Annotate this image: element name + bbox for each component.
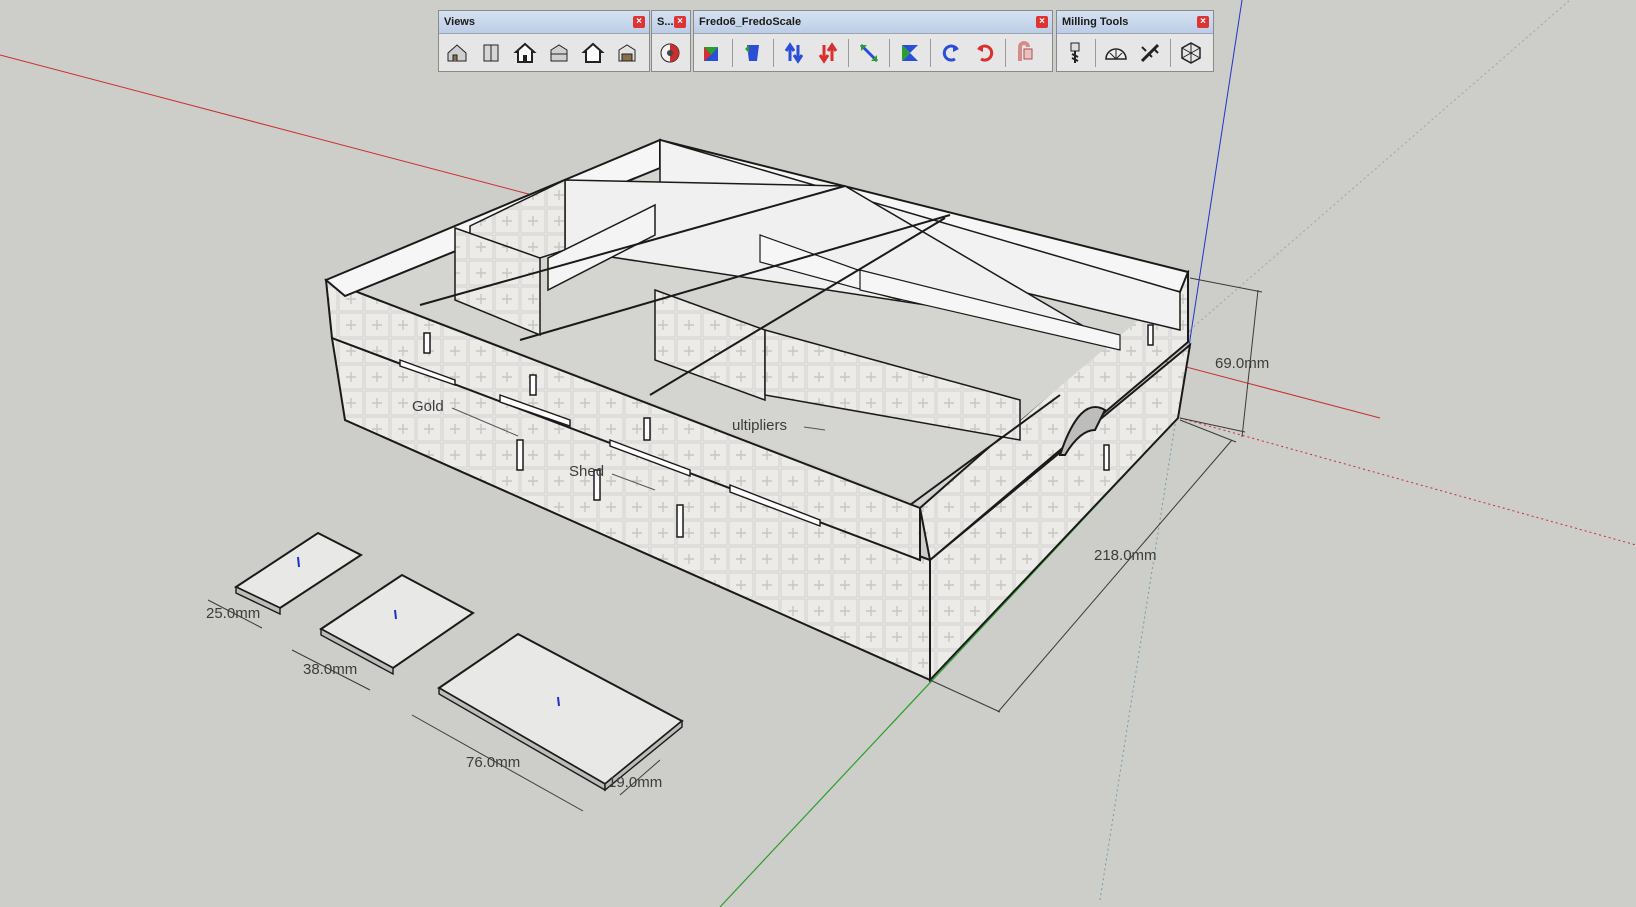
right-view-icon[interactable] bbox=[545, 39, 573, 67]
close-icon[interactable]: × bbox=[633, 16, 645, 28]
tile-medium[interactable] bbox=[319, 573, 475, 670]
cube-network-icon[interactable] bbox=[1177, 39, 1205, 67]
back-view-icon[interactable] bbox=[579, 39, 607, 67]
box-scale-icon[interactable] bbox=[698, 39, 726, 67]
tile-thickness-dimension: 19.0mm bbox=[608, 774, 663, 791]
rotate-cw-icon[interactable] bbox=[971, 39, 999, 67]
close-icon[interactable]: × bbox=[1197, 16, 1209, 28]
modeling-viewport[interactable] bbox=[0, 0, 1636, 907]
toolbar-separator bbox=[930, 39, 931, 67]
shed-label: Shed bbox=[569, 463, 605, 480]
toolbar-separator bbox=[732, 39, 733, 67]
rotate-ccw-icon[interactable] bbox=[937, 39, 965, 67]
tile-large-dimension: 76.0mm bbox=[466, 754, 521, 771]
height-dimension: 69.0mm bbox=[1215, 355, 1270, 372]
stretch-down-icon[interactable] bbox=[814, 39, 842, 67]
tile-medium-dimension: 38.0mm bbox=[303, 661, 358, 678]
red-axis-dotted bbox=[1179, 417, 1636, 546]
protractor-icon[interactable] bbox=[1102, 39, 1130, 67]
tile-small-dimension: 25.0mm bbox=[206, 605, 261, 622]
stretch-up-icon[interactable] bbox=[780, 39, 808, 67]
toolbar-separator bbox=[1170, 39, 1171, 67]
toolbar-separator bbox=[1005, 39, 1006, 67]
milling-toolbar-title-text: Milling Tools bbox=[1062, 16, 1129, 28]
toolbar-separator bbox=[1095, 39, 1096, 67]
toolbar-separator bbox=[848, 39, 849, 67]
views-toolbar-title-text: Views bbox=[444, 16, 475, 28]
fredoscale-toolbar-title[interactable]: Fredo6_FredoScale × bbox=[694, 11, 1052, 34]
close-icon[interactable]: × bbox=[1036, 16, 1048, 28]
length-dimension: 218.0mm bbox=[1094, 547, 1157, 564]
unbend-icon[interactable] bbox=[1012, 39, 1040, 67]
styles-toolbar-title[interactable]: S... × bbox=[652, 11, 690, 34]
close-icon[interactable]: × bbox=[674, 16, 686, 28]
gold-label: Gold bbox=[412, 398, 444, 415]
mill-bit-icon[interactable] bbox=[1061, 39, 1089, 67]
fredoscale-toolbar[interactable]: Fredo6_FredoScale × bbox=[693, 10, 1053, 72]
radial-bend-icon[interactable] bbox=[855, 39, 883, 67]
tile-small-marker bbox=[297, 556, 300, 568]
toolbar-separator bbox=[773, 39, 774, 67]
tapering-icon[interactable] bbox=[739, 39, 767, 67]
views-toolbar-title[interactable]: Views × bbox=[439, 11, 649, 34]
milling-toolbar-title[interactable]: Milling Tools × bbox=[1057, 11, 1213, 34]
fredoscale-toolbar-title-text: Fredo6_FredoScale bbox=[699, 16, 802, 28]
toolbar-separator bbox=[889, 39, 890, 67]
top-view-icon[interactable] bbox=[477, 39, 505, 67]
left-view-icon[interactable] bbox=[613, 39, 641, 67]
tile-medium-marker bbox=[394, 609, 397, 620]
styles-icon[interactable] bbox=[656, 39, 684, 67]
inference-dotted-2 bbox=[1189, 0, 1571, 331]
styles-toolbar-title-text: S... bbox=[657, 16, 674, 28]
iso-view-icon[interactable] bbox=[443, 39, 471, 67]
tile-large-marker bbox=[557, 696, 560, 707]
views-toolbar[interactable]: Views × bbox=[438, 10, 650, 72]
front-view-icon[interactable] bbox=[511, 39, 539, 67]
milling-toolbar[interactable]: Milling Tools × bbox=[1056, 10, 1214, 72]
multipliers-label: ultipliers bbox=[732, 417, 788, 434]
caliper-icon[interactable] bbox=[1136, 39, 1164, 67]
twist-icon[interactable] bbox=[896, 39, 924, 67]
styles-toolbar[interactable]: S... × bbox=[651, 10, 691, 72]
